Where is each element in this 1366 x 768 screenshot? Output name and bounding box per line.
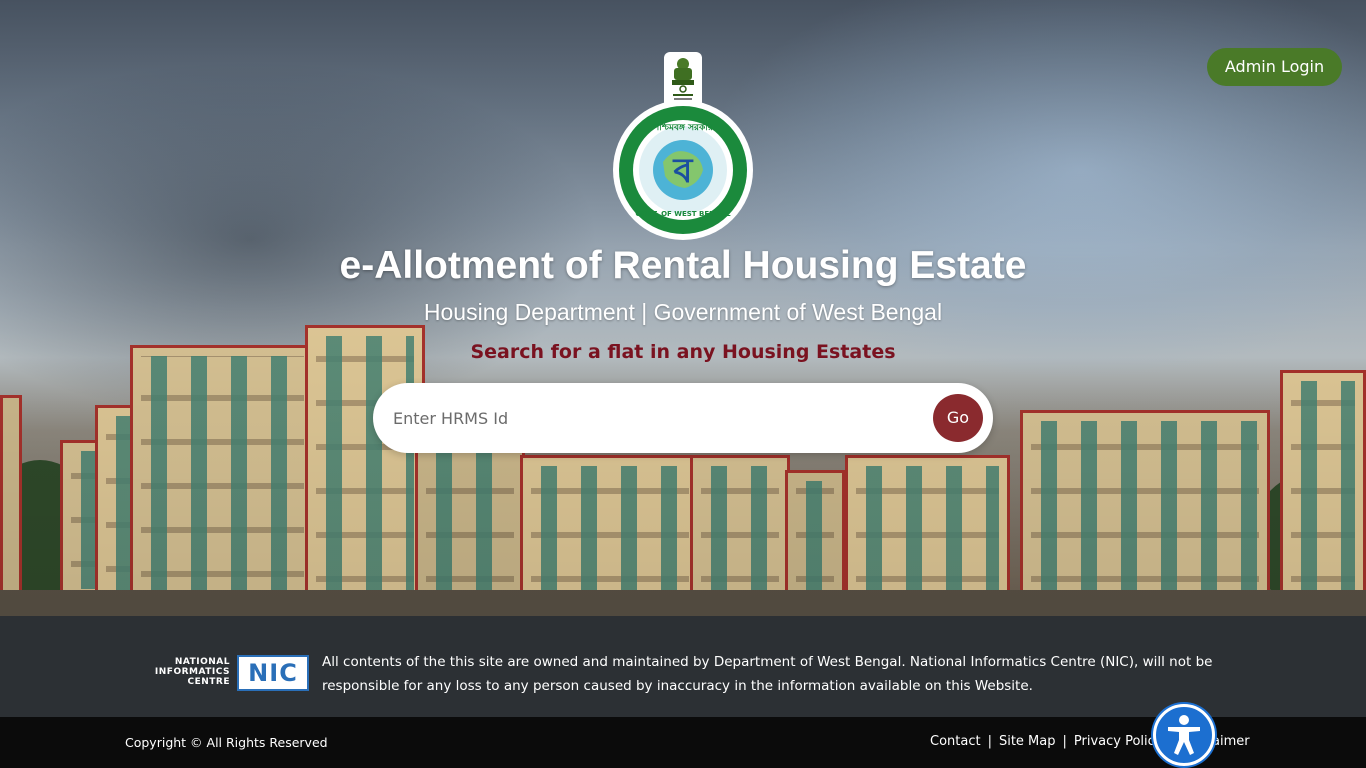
site-map-link[interactable]: Site Map — [999, 734, 1056, 749]
page-title: e-Allotment of Rental Housing Estate — [339, 244, 1027, 287]
hrms-id-input[interactable] — [393, 383, 923, 453]
west-bengal-seal-icon: ব পশ্চিমবঙ্গ সরকার GOVT. OF WEST BENGAL — [613, 100, 753, 240]
accessibility-icon — [1168, 715, 1200, 755]
nic-logo-line: INFORMATICS — [154, 667, 230, 677]
nic-logo-line: CENTRE — [187, 677, 230, 687]
search-tagline: Search for a flat in any Housing Estates — [0, 341, 1366, 363]
nic-mark-text: NIC — [248, 659, 298, 687]
search-bar: Go — [373, 383, 993, 453]
copyright-text: Copyright © All Rights Reserved — [125, 735, 328, 750]
link-separator: | — [1062, 734, 1067, 749]
link-separator: | — [987, 734, 992, 749]
footer-disclaimer: All contents of the this site are owned … — [322, 654, 1213, 694]
admin-login-button[interactable]: Admin Login — [1207, 48, 1342, 86]
page-subtitle: Housing Department | Government of West … — [423, 299, 943, 325]
accessibility-button[interactable] — [1153, 704, 1215, 766]
nic-logo-text: NATIONAL INFORMATICS CENTRE — [142, 657, 230, 687]
go-button[interactable]: Go — [933, 394, 983, 442]
tagline-prefix: Search for a flat in any — [470, 341, 722, 363]
nic-logo-icon: NIC — [237, 655, 309, 691]
svg-text:ব: ব — [673, 151, 694, 191]
nic-logo-line: NATIONAL — [174, 657, 230, 667]
privacy-policy-link[interactable]: Privacy Policy — [1074, 734, 1163, 749]
svg-text:GOVT. OF WEST BENGAL: GOVT. OF WEST BENGAL — [635, 210, 731, 218]
tagline-emphasis: Housing Estates — [722, 341, 896, 363]
contact-link[interactable]: Contact — [930, 734, 981, 749]
svg-text:পশ্চিমবঙ্গ সরকার: পশ্চিমবঙ্গ সরকার — [653, 121, 714, 133]
